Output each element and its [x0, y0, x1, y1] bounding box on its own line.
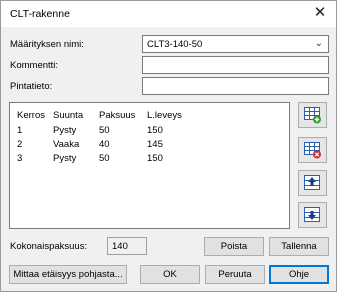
column-header[interactable]: Suunta: [53, 110, 83, 121]
comment-label: Kommentti:: [10, 60, 59, 71]
delete-layer-button[interactable]: [298, 137, 327, 163]
surface-input[interactable]: [142, 77, 329, 95]
definition-label: Määrityksen nimi:: [10, 39, 84, 50]
table-cell: 1: [17, 125, 23, 136]
table-cell: Pysty: [53, 125, 77, 136]
table-cell: Vaaka: [53, 139, 80, 150]
add-layer-icon: [304, 107, 321, 124]
table-cell: 50: [99, 125, 110, 136]
close-icon[interactable]: ✕: [310, 3, 330, 23]
ok-button[interactable]: OK: [140, 265, 200, 284]
help-button[interactable]: Ohje: [269, 265, 329, 284]
comment-input[interactable]: [142, 56, 329, 74]
total-thickness-value: 140: [107, 237, 147, 255]
definition-value: CLT3-140-50: [147, 39, 203, 50]
move-down-icon: [304, 207, 320, 222]
surface-label: Pintatieto:: [10, 81, 53, 92]
table-cell: 150: [147, 125, 163, 136]
window-title: CLT-rakenne: [10, 8, 70, 20]
remove-button[interactable]: Poista: [204, 237, 264, 256]
move-up-button[interactable]: [298, 170, 327, 196]
column-header[interactable]: Paksuus: [99, 110, 135, 121]
column-header[interactable]: L.leveys: [147, 110, 182, 121]
add-layer-button[interactable]: [298, 102, 327, 128]
table-cell: 150: [147, 153, 163, 164]
table-cell: 40: [99, 139, 110, 150]
move-down-button[interactable]: [298, 202, 327, 228]
table-cell: 3: [17, 153, 23, 164]
table-cell: 2: [17, 139, 23, 150]
chevron-down-icon[interactable]: ⌄: [315, 38, 323, 49]
title-bar: CLT-rakenne ✕: [1, 1, 336, 27]
clt-dialog: CLT-rakenne ✕ Määrityksen nimi: CLT3-140…: [0, 0, 337, 292]
delete-layer-icon: [304, 142, 321, 159]
layers-list[interactable]: Kerros Suunta Paksuus L.leveys 1 Pysty 5…: [9, 102, 290, 229]
cancel-button[interactable]: Peruuta: [205, 265, 265, 284]
column-header[interactable]: Kerros: [17, 110, 45, 121]
table-cell: 50: [99, 153, 110, 164]
save-button[interactable]: Tallenna: [269, 237, 329, 256]
definition-select[interactable]: CLT3-140-50 ⌄: [142, 35, 329, 53]
table-cell: 145: [147, 139, 163, 150]
table-cell: Pysty: [53, 153, 77, 164]
measure-distance-button[interactable]: Mittaa etäisyys pohjasta...: [9, 265, 127, 284]
move-up-icon: [304, 175, 320, 190]
total-thickness-label: Kokonaispaksuus:: [10, 241, 88, 252]
